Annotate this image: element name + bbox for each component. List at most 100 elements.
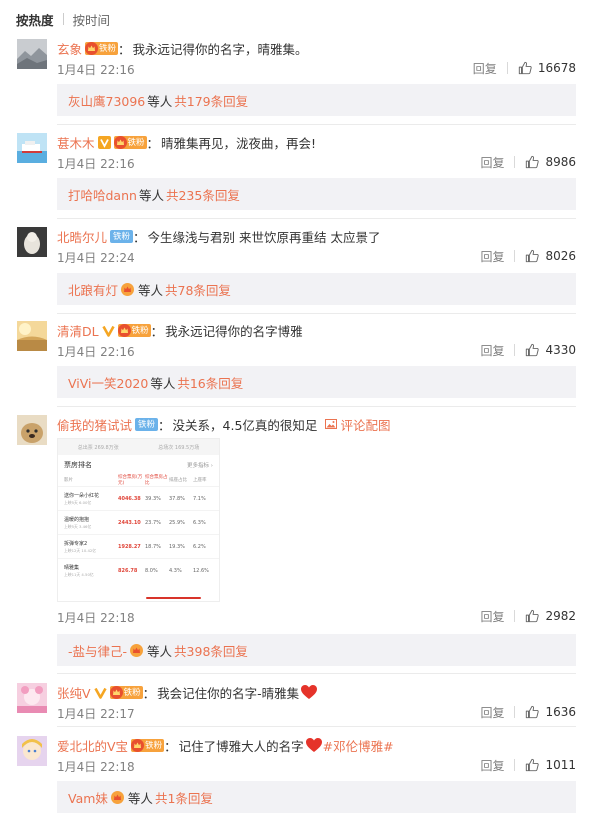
image-movie-name: 拆弹专家2 (64, 540, 88, 547)
username[interactable]: 葚木木 (57, 133, 95, 152)
like-count: 4330 (545, 343, 576, 357)
image-top-right: 总场次 169.5万场 (158, 444, 200, 451)
fan-badge-label: 铁粉 (123, 688, 141, 698)
like-count: 1011 (545, 758, 576, 772)
image-cell: 2443.10 (118, 519, 141, 526)
reply-button[interactable]: 回复 (480, 757, 504, 774)
image-more: 更多指标 › (187, 463, 213, 469)
comment-time: 1月4日 22:24 (57, 251, 135, 265)
reply-button[interactable]: 回复 (480, 342, 504, 359)
like-button[interactable]: 8026 (525, 249, 576, 263)
like-button[interactable]: 1636 (525, 705, 576, 719)
thumbs-up-icon (526, 609, 540, 623)
reply-count[interactable]: 共78条回复 (165, 280, 231, 299)
fan-badge-label: 铁粉 (131, 326, 149, 336)
image-cell: 826.78 (118, 567, 138, 574)
reply-user[interactable]: -盐与律己- (68, 641, 127, 660)
reply-user[interactable]: Vam妹 (68, 788, 108, 807)
comment-time: 1月4日 22:18 (57, 760, 135, 774)
username[interactable]: 玄象 (57, 39, 82, 58)
username[interactable]: 清清DL (57, 321, 99, 340)
reply-summary[interactable]: -盐与律己- 等人 共398条回复 (57, 634, 576, 666)
like-button[interactable]: 16678 (518, 61, 576, 75)
thumbs-up-icon (526, 758, 540, 772)
image-cell: 39.3% (145, 495, 161, 502)
fan-badge: 铁粉 (109, 685, 143, 699)
reply-count[interactable]: 共179条回复 (174, 91, 248, 110)
comment-actions: 回复 16678 (473, 60, 576, 76)
reply-count[interactable]: 共1条回复 (155, 788, 213, 807)
reply-summary[interactable]: 灰山鹰73096 等人 共179条回复 (57, 84, 576, 116)
reply-summary[interactable]: Vam妹 等人 共1条回复 (57, 781, 576, 813)
comment-time: 1月4日 22:17 (57, 707, 135, 721)
reply-count[interactable]: 共16条回复 (177, 373, 243, 392)
reply-summary[interactable]: 打哈哈dann 等人 共235条回复 (57, 178, 576, 210)
username[interactable]: 偷我的猪试试 (57, 415, 132, 434)
comment-text: 晴雅集再见，泷夜曲，再会! (161, 135, 317, 151)
fan-badge-label: 铁粉 (127, 138, 145, 148)
crown-icon (117, 323, 131, 337)
comment-divider (57, 673, 576, 674)
crown-icon (109, 685, 123, 699)
reply-summary[interactable]: ViVi一笑2020 等人 共16条回复 (57, 366, 576, 398)
image-title: 票房排名 (64, 461, 92, 469)
username[interactable]: 爱北北的V宝 (57, 736, 128, 755)
comment-text: 我永远记得你的名字，晴雅集。 (132, 41, 308, 57)
comment-text: 没关系，4.5亿真的很知足 (172, 417, 318, 433)
verified-v-icon (97, 135, 111, 149)
colon: ： (118, 41, 131, 57)
sort-by-time[interactable]: 按时间 (73, 10, 111, 29)
comment-divider (57, 124, 576, 125)
like-button[interactable]: 8986 (525, 155, 576, 169)
reply-count[interactable]: 共235条回复 (166, 185, 240, 204)
thumbs-up-icon (526, 249, 540, 263)
username[interactable]: 张纯V (57, 683, 91, 702)
reply-user[interactable]: 灰山鹰73096 (68, 91, 145, 110)
comment-header: 葚木木 铁粉 ： 晴雅集再见，泷夜曲，再会! (57, 132, 316, 152)
avatar[interactable] (17, 133, 47, 163)
image-title-row: 票房排名 更多指标 › (58, 455, 219, 474)
action-divider (514, 250, 516, 262)
like-button[interactable]: 2982 (525, 609, 576, 623)
reply-count[interactable]: 共398条回复 (174, 641, 248, 660)
avatar[interactable] (17, 227, 47, 257)
reply-user[interactable]: 打哈哈dann (68, 185, 137, 204)
image-movie-sub: 上映12天 10.42亿 (64, 547, 97, 553)
image-movie-sub: 上映5天 6.00亿 (64, 499, 92, 505)
avatar[interactable] (17, 415, 47, 445)
avatar[interactable] (17, 39, 47, 69)
reply-button[interactable]: 回复 (480, 608, 504, 625)
sort-by-hot[interactable]: 按热度 (16, 10, 54, 29)
like-count: 8986 (545, 155, 576, 169)
like-button[interactable]: 4330 (525, 343, 576, 357)
image-table-row: 晴雅集 上映11天 4.50亿 826.78 8.0% 4.3% 12.6% (58, 558, 219, 582)
avatar[interactable] (17, 683, 47, 713)
reply-button[interactable]: 回复 (480, 704, 504, 721)
thumbs-up-icon (526, 705, 540, 719)
action-divider (514, 706, 516, 718)
reply-user[interactable]: 北踉有灯 (68, 280, 118, 299)
avatar[interactable] (17, 321, 47, 351)
reply-button[interactable]: 回复 (480, 248, 504, 265)
image-table-row: 送你一朵小红花 上映5天 6.00亿 4046.38 39.3% 37.8% 7.… (58, 486, 219, 510)
comment-picture-link[interactable]: 评论配图 (325, 415, 390, 434)
like-button[interactable]: 1011 (525, 758, 576, 772)
reply-button[interactable]: 回复 (480, 154, 504, 171)
crown-badge-icon (110, 790, 124, 804)
avatar[interactable] (17, 736, 47, 766)
reply-summary[interactable]: 北踉有灯 等人 共78条回复 (57, 273, 576, 305)
image-movie-name: 晴雅集 (64, 564, 80, 571)
image-red-underline (146, 597, 201, 599)
hashtag[interactable]: #邓伦博雅# (323, 736, 394, 755)
action-divider (514, 344, 516, 356)
image-cell: 12.6% (193, 567, 209, 574)
username[interactable]: 北晧尔儿 (57, 227, 107, 246)
reply-user[interactable]: ViVi一笑2020 (68, 373, 148, 392)
comment-actions: 回复 1011 (480, 757, 576, 773)
action-divider (506, 62, 508, 74)
comment-image[interactable]: 总出票 269.8万张 总场次 169.5万场 票房排名 更多指标 › 影片 综… (57, 438, 220, 602)
like-count: 2982 (545, 609, 576, 623)
image-header-cell: 影片 (64, 478, 73, 483)
verified-v-icon (101, 325, 115, 337)
reply-button[interactable]: 回复 (473, 60, 497, 77)
